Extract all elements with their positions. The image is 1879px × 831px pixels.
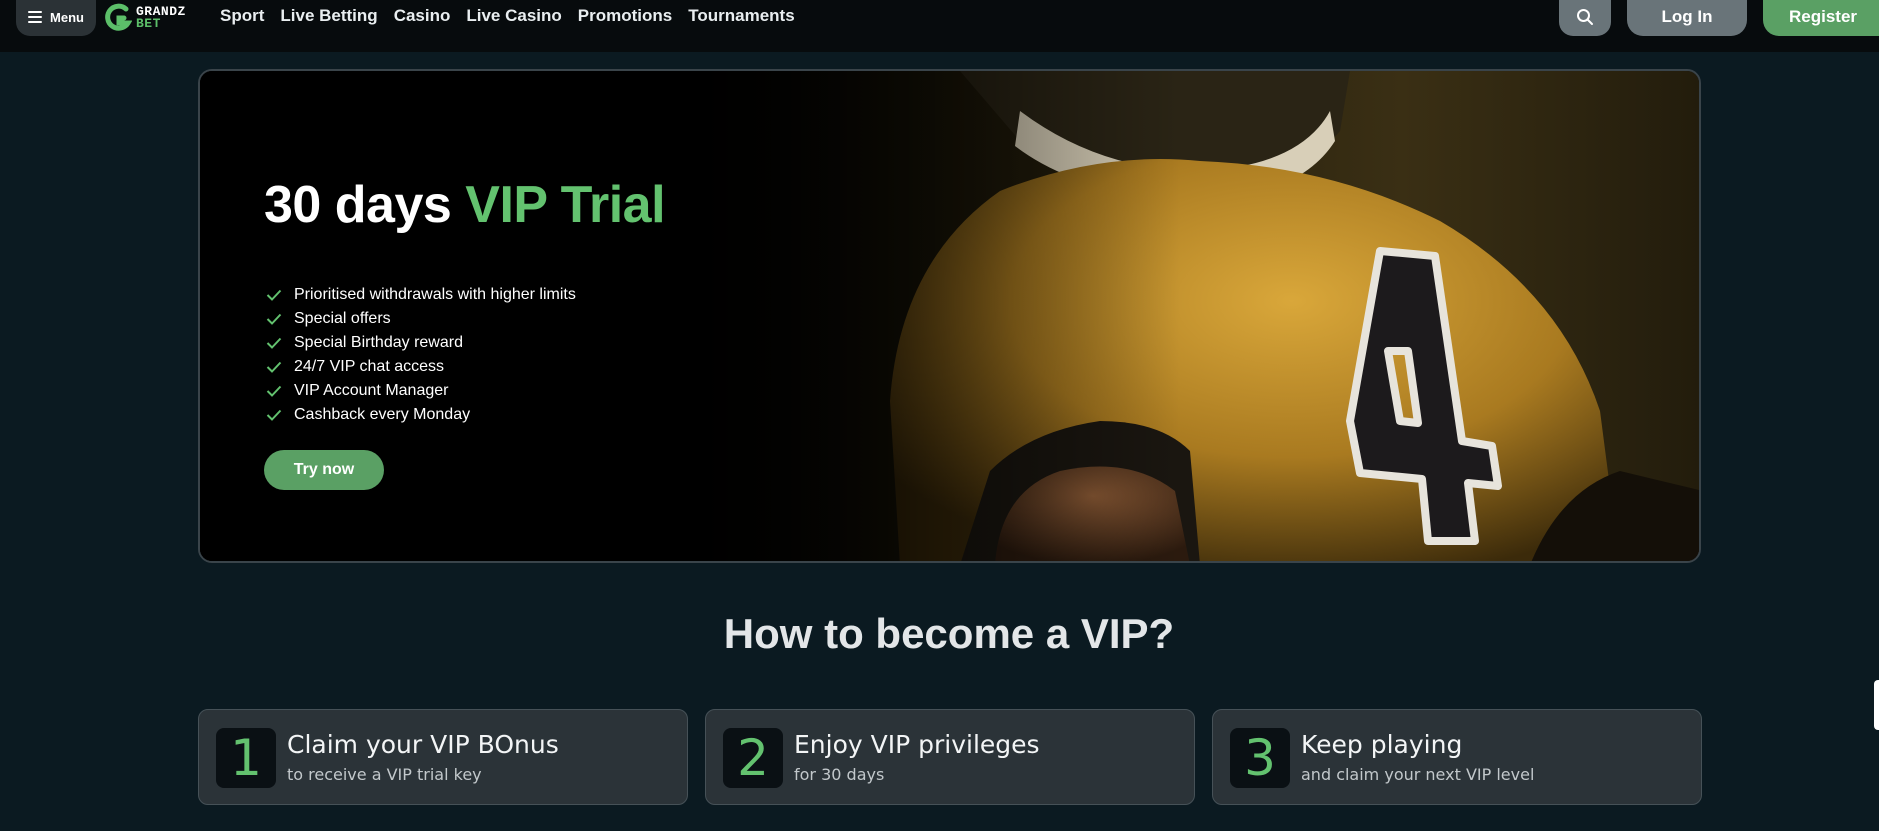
benefit-item: Prioritised withdrawals with higher limi…: [266, 283, 576, 307]
nav-live-betting[interactable]: Live Betting: [280, 6, 377, 26]
nav-live-casino[interactable]: Live Casino: [466, 6, 561, 26]
benefit-text: Special offers: [294, 310, 391, 327]
checkmark-icon: [266, 361, 282, 373]
vip-trial-banner: 30 days VIP Trial Prioritised withdrawal…: [198, 69, 1701, 563]
step-card-3: 3 Keep playing and claim your next VIP l…: [1212, 709, 1702, 805]
checkmark-icon: [266, 385, 282, 397]
benefit-item: Special Birthday reward: [266, 331, 576, 355]
benefit-text: 24/7 VIP chat access: [294, 358, 445, 375]
hamburger-icon: [28, 11, 43, 23]
nav-promotions[interactable]: Promotions: [578, 6, 672, 26]
logo-mark-icon: [105, 3, 132, 31]
checkmark-icon: [266, 409, 282, 421]
vip-steps: 1 Claim your VIP BOnus to receive a VIP …: [198, 709, 1702, 805]
checkmark-icon: [266, 313, 282, 325]
benefit-item: VIP Account Manager: [266, 379, 576, 403]
step-subtitle: for 30 days: [794, 765, 885, 784]
heading-white-part: 30 days: [264, 176, 452, 234]
main-nav: Sport Live Betting Casino Live Casino Pr…: [220, 6, 795, 26]
step-subtitle: and claim your next VIP level: [1301, 765, 1535, 784]
step-number: 2: [723, 728, 783, 788]
benefit-item: 24/7 VIP chat access: [266, 355, 576, 379]
benefit-text: VIP Account Manager: [294, 382, 449, 399]
step-card-2: 2 Enjoy VIP privileges for 30 days: [705, 709, 1195, 805]
step-title: Claim your VIP BOnus: [287, 730, 559, 759]
search-button[interactable]: [1559, 0, 1611, 36]
top-navigation-bar: Menu GRANDZ BET Sport Live Betting Casin…: [0, 0, 1879, 52]
register-button[interactable]: Register: [1763, 0, 1879, 36]
step-subtitle: to receive a VIP trial key: [287, 765, 482, 784]
benefit-text: Prioritised withdrawals with higher limi…: [294, 286, 576, 303]
try-now-button[interactable]: Try now: [264, 450, 384, 490]
vip-trial-heading: 30 days VIP Trial: [264, 175, 666, 235]
login-button[interactable]: Log In: [1627, 0, 1747, 36]
benefit-text: Special Birthday reward: [294, 334, 463, 351]
step-title: Enjoy VIP privileges: [794, 730, 1040, 759]
step-number: 3: [1230, 728, 1290, 788]
checkmark-icon: [266, 337, 282, 349]
logo-wordmark: GRANDZ BET: [136, 5, 186, 31]
side-widget-tab[interactable]: [1874, 680, 1879, 730]
menu-button-label: Menu: [50, 9, 84, 25]
benefit-item: Cashback every Monday: [266, 403, 576, 427]
nav-sport[interactable]: Sport: [220, 6, 264, 26]
how-to-become-vip-heading: How to become a VIP?: [723, 610, 1175, 657]
grandzbet-logo[interactable]: GRANDZ BET: [104, 2, 186, 34]
nav-tournaments[interactable]: Tournaments: [688, 6, 794, 26]
checkmark-icon: [266, 289, 282, 301]
vip-benefits-list: Prioritised withdrawals with higher limi…: [266, 283, 576, 427]
search-icon: [1577, 9, 1593, 25]
nav-casino[interactable]: Casino: [394, 6, 451, 26]
heading-accent-part: VIP Trial: [465, 176, 666, 234]
step-number: 1: [216, 728, 276, 788]
logo-line-2: BET: [136, 16, 161, 31]
step-title: Keep playing: [1301, 730, 1463, 759]
menu-button[interactable]: Menu: [16, 0, 96, 36]
step-card-1: 1 Claim your VIP BOnus to receive a VIP …: [198, 709, 688, 805]
benefit-item: Special offers: [266, 307, 576, 331]
benefit-text: Cashback every Monday: [294, 406, 471, 423]
